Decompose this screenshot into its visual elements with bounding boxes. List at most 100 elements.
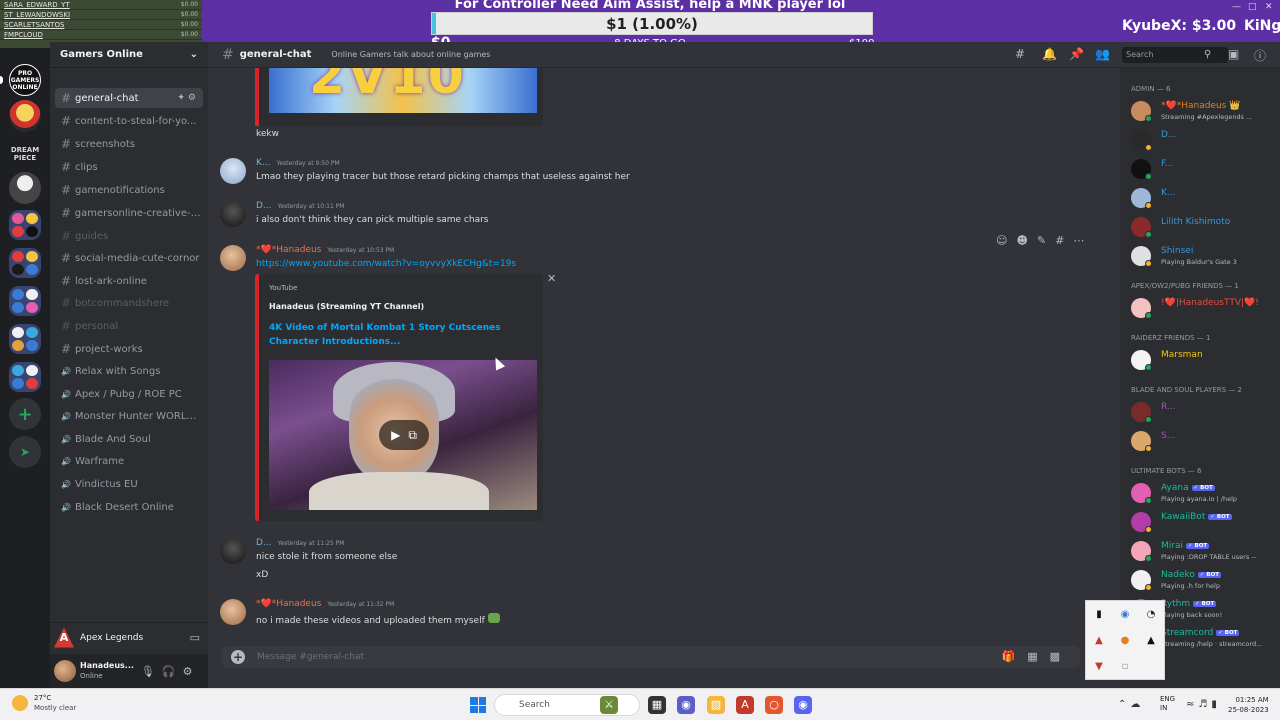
video-thumbnail[interactable]: ▶ ⧉	[269, 360, 537, 510]
start-button[interactable]	[470, 697, 486, 713]
channel-text[interactable]: # gamersonline-creative-s...	[55, 203, 203, 223]
member-item[interactable]: S...	[1131, 429, 1280, 455]
gear-icon[interactable]: ⚙	[183, 665, 193, 678]
threads-icon[interactable]: #	[1015, 47, 1025, 61]
game-app-icon[interactable]: ⚔	[600, 696, 618, 714]
channel-text[interactable]: # content-to-steal-for-yo...	[55, 111, 203, 131]
attach-plus-icon[interactable]: +	[231, 650, 245, 664]
avatar[interactable]	[220, 538, 246, 564]
minimize-icon[interactable]: —	[1232, 2, 1241, 12]
embed-close-icon[interactable]: ✕	[547, 272, 556, 285]
avatar[interactable]	[54, 660, 76, 682]
inbox-icon[interactable]: ▣	[1228, 47, 1239, 61]
channel-text[interactable]: # botcommandshere	[55, 293, 203, 313]
member-item[interactable]: *❤️*Hanadeus 👑 Streaming #Apexlegends ...	[1131, 99, 1280, 125]
server-folder-4[interactable]	[9, 324, 41, 354]
taskbar-search[interactable]: Search	[494, 694, 640, 716]
member-item[interactable]: Ayana ✓ BOT Playing ayana.io | /help	[1131, 481, 1280, 507]
server-folder-2[interactable]	[9, 248, 41, 278]
member-item[interactable]: !❤️|HanadeusTTV|❤️!	[1131, 296, 1280, 322]
weather-widget[interactable]: 27°C Mostly clear	[12, 693, 76, 713]
member-item[interactable]: R...	[1131, 400, 1280, 426]
channel-text[interactable]: # guides	[55, 226, 203, 246]
server-folder-5[interactable]	[9, 362, 41, 392]
embed-image[interactable]: 2V10	[269, 68, 537, 113]
author-name[interactable]: D...	[256, 201, 272, 211]
channel-voice[interactable]: 🔊 Black Desert Online	[55, 497, 203, 517]
member-item[interactable]: Nadeko ✓ BOT Playing .h for help	[1131, 568, 1280, 594]
open-external-icon[interactable]: ⧉	[408, 428, 417, 443]
clock[interactable]: 01:25 AM 25-08-2023	[1228, 695, 1269, 715]
battery-icon[interactable]: ▮	[1211, 699, 1221, 710]
discord-icon[interactable]: ◉	[794, 696, 812, 714]
channel-voice[interactable]: 🔊 Monster Hunter WORLD...	[55, 406, 203, 426]
youtube-link[interactable]: https://www.youtube.com/watch?v=oyvvyXkE…	[256, 259, 516, 269]
add-reaction-icon[interactable]: ☺	[996, 234, 1016, 247]
reply-icon[interactable]: ☻	[1016, 234, 1036, 247]
volume-icon[interactable]: ♬	[1198, 699, 1211, 710]
wifi-icon[interactable]: ≈	[1186, 699, 1198, 710]
server-pro-gamers-online[interactable]: PRO GAMERS ONLINE	[9, 64, 41, 96]
gift-icon[interactable]: 🎁	[1001, 650, 1027, 663]
image-embed[interactable]: 2V10	[255, 68, 543, 126]
server-dream-piece[interactable]: DREAM PIECE	[9, 138, 41, 170]
member-item[interactable]: D...	[1131, 128, 1280, 154]
cloud-icon[interactable]: ☁	[1130, 699, 1144, 710]
channel-topic[interactable]: Online Gamers talk about online games	[331, 50, 490, 59]
bell-icon[interactable]: 🔔	[1042, 47, 1057, 61]
member-item[interactable]: Marsman	[1131, 348, 1280, 374]
channel-voice[interactable]: 🔊 Blade And Soul	[55, 429, 203, 449]
embed-author[interactable]: Hanadeus (Streaming YT Channel)	[269, 302, 424, 311]
microphone-icon[interactable]: 🎙	[141, 665, 155, 678]
folder-icon[interactable]: ▧	[707, 696, 725, 714]
more-icon[interactable]: ⋯	[1073, 234, 1093, 247]
channel-text[interactable]: # clips	[55, 157, 203, 177]
channel-text[interactable]: # gamenotifications	[55, 180, 203, 200]
message-composer[interactable]: + Message #general-chat 🎁▦▩	[222, 646, 1080, 668]
author-name[interactable]: *❤️*Hanadeus	[256, 599, 321, 609]
tray-app-icon[interactable]: ●	[1121, 635, 1130, 646]
tray-app-icon[interactable]: ▲	[1147, 635, 1155, 646]
channel-settings-icon[interactable]: ✦⚙	[177, 93, 199, 103]
channel-text[interactable]: # general-chat ✦⚙	[55, 88, 203, 108]
steam-icon[interactable]: ◔	[1147, 609, 1156, 620]
channel-text[interactable]: # project-works	[55, 339, 203, 359]
channel-text[interactable]: # social-media-cute-cornor	[55, 248, 203, 268]
chevron-up-icon[interactable]: ⌃	[1118, 699, 1130, 710]
server-folder-1[interactable]	[9, 210, 41, 240]
screen-share-icon[interactable]: ▭	[190, 631, 200, 644]
tray-app-icon[interactable]: ▲	[1095, 635, 1103, 646]
close-icon[interactable]: ✕	[1265, 2, 1273, 12]
member-item[interactable]: F...	[1131, 157, 1280, 183]
maximize-icon[interactable]: □	[1248, 2, 1257, 12]
language-indicator[interactable]: ENG IN	[1160, 695, 1175, 713]
member-item[interactable]: K...	[1131, 186, 1280, 212]
pin-icon[interactable]: 📌	[1069, 47, 1084, 61]
apex-taskbar-icon[interactable]: A	[736, 696, 754, 714]
member-item[interactable]: Mirai ✓ BOT Playing :DROP TABLE users --	[1131, 539, 1280, 565]
member-item[interactable]: KawaiiBot ✓ BOT	[1131, 510, 1280, 536]
explore-servers-button[interactable]: ➤	[9, 436, 41, 468]
thread-icon[interactable]: #	[1055, 234, 1073, 247]
channel-voice[interactable]: 🔊 Vindictus EU	[55, 474, 203, 494]
gif-icon[interactable]: ▦	[1027, 650, 1049, 663]
server-header[interactable]: Gamers Online ⌄	[50, 42, 208, 68]
channel-voice[interactable]: 🔊 Relax with Songs	[55, 361, 203, 381]
tray-app-icon[interactable]: ◉	[1121, 609, 1130, 620]
server-anime[interactable]	[9, 172, 41, 204]
avatar[interactable]	[220, 158, 246, 184]
file-explorer-icon[interactable]: ▦	[648, 696, 666, 714]
headphones-icon[interactable]: 🎧	[162, 665, 176, 678]
members-icon[interactable]: 👥	[1095, 47, 1110, 61]
tray-app-icon[interactable]: ▼	[1095, 661, 1103, 672]
origin-icon[interactable]: ○	[765, 696, 783, 714]
avatar[interactable]	[220, 201, 246, 227]
member-item[interactable]: Shinsei Playing Baldur's Gate 3	[1131, 244, 1280, 270]
tray-app-icon[interactable]: ▮	[1096, 609, 1102, 620]
tray-app-icon[interactable]: ▫	[1122, 661, 1129, 672]
chat-app-icon[interactable]: ◉	[677, 696, 695, 714]
channel-text[interactable]: # personal	[55, 316, 203, 336]
edit-icon[interactable]: ✎	[1037, 234, 1055, 247]
sticker-icon[interactable]: ▩	[1050, 650, 1072, 663]
server-one-piece[interactable]	[9, 100, 41, 132]
